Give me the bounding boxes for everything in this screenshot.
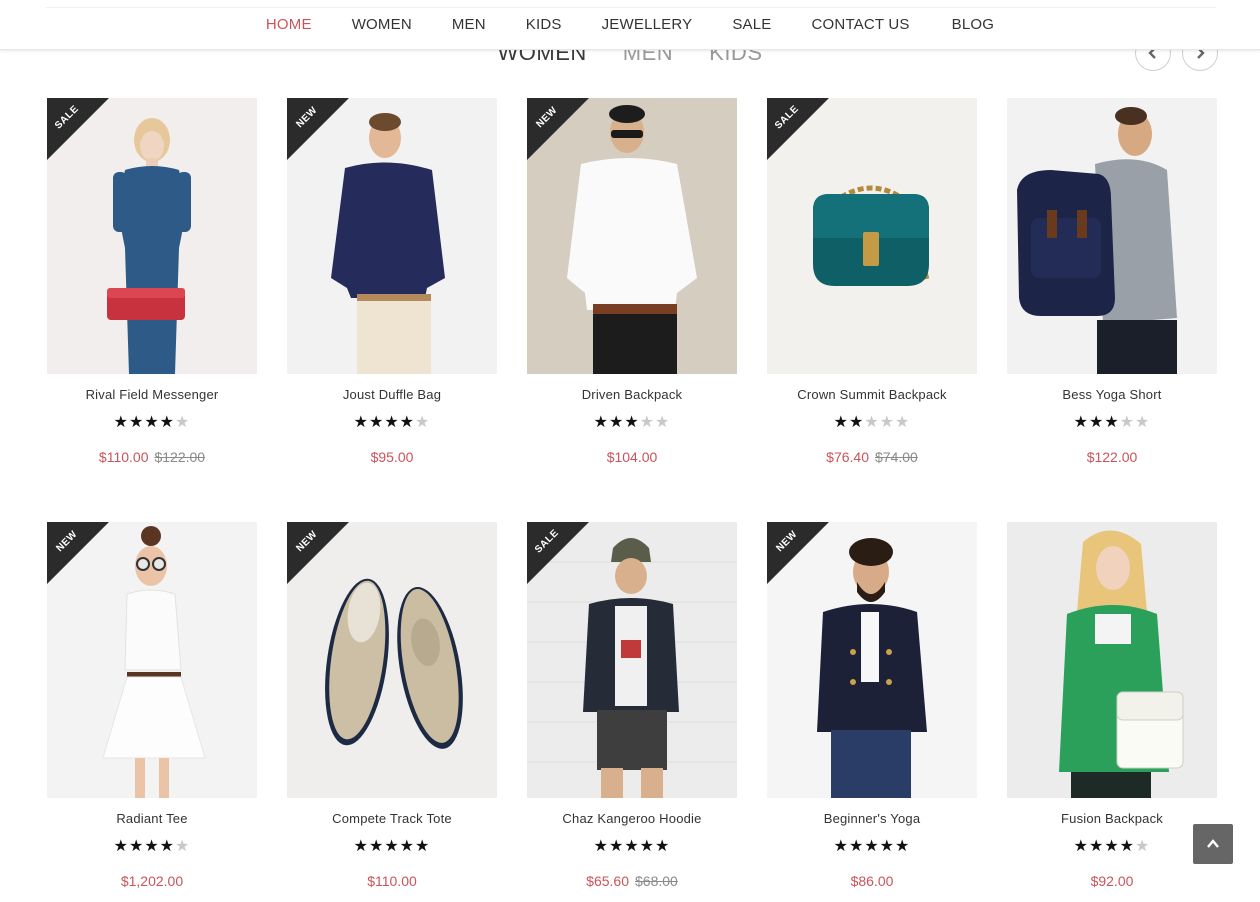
site-header: HOME WOMEN MEN KIDS JEWELLERY SALE CONTA… [0,0,1260,50]
product-price: $76.40 $74.00 [767,449,977,465]
product-card: NEW Compete Track Tote ★★★★★ $110.00 [287,522,497,902]
nav-kids[interactable]: KIDS [506,15,582,35]
product-card: Bess Yoga Short ★★★★★ $122.00 [1007,98,1217,478]
new-badge: NEW [527,98,589,160]
product-price: $104.00 [527,449,737,465]
product-card: SALE Rival Field Messenger ★★★★★ $110.00… [47,98,257,478]
new-badge: NEW [767,522,829,584]
current-price: $92.00 [1090,873,1134,889]
product-image[interactable]: SALE [527,522,737,798]
rating-stars: ★★★★★ [1073,414,1151,431]
chevron-up-icon [1207,839,1219,848]
nav-sale[interactable]: SALE [712,15,791,35]
product-price: $110.00 $122.00 [47,449,257,465]
product-price: $92.00 [1007,873,1217,889]
header-divider [46,7,1216,8]
old-price: $122.00 [154,449,206,465]
product-price: $110.00 [287,873,497,889]
product-price: $1,202.00 [47,873,257,889]
product-name[interactable]: Joust Duffle Bag [287,387,497,402]
product-image[interactable]: NEW [527,98,737,374]
sale-badge: SALE [47,98,109,160]
product-card: NEW Beginner's Yoga ★★★★★ $86.00 [767,522,977,902]
rating-stars: ★★★★★ [833,414,911,431]
current-price: $65.60 [586,873,629,889]
current-price: $122.00 [1086,449,1138,465]
rating-stars: ★★★★★ [353,414,431,431]
product-card: SALE Chaz Kangeroo Hoodie ★★★★★ $65.60 $6… [527,522,737,902]
product-price: $122.00 [1007,449,1217,465]
product-image[interactable]: NEW [47,522,257,798]
product-photo-man-backpack [1007,98,1217,374]
current-price: $95.00 [370,449,414,465]
main-nav: HOME WOMEN MEN KIDS JEWELLERY SALE CONTA… [0,15,1260,35]
rating-stars: ★★★★★ [593,838,671,855]
nav-home[interactable]: HOME [246,15,332,35]
nav-men[interactable]: MEN [432,15,506,35]
product-card: NEW Driven Backpack ★★★★★ $104.00 [527,98,737,478]
nav-contact-us[interactable]: CONTACT US [792,15,932,35]
product-card: SALE Crown Summit Backpack ★★★★★ $76.40 $… [767,98,977,478]
product-price: $95.00 [287,449,497,465]
product-name[interactable]: Fusion Backpack [1007,811,1217,826]
product-image[interactable]: SALE [47,98,257,374]
product-name[interactable]: Crown Summit Backpack [767,387,977,402]
rating-stars: ★★★★★ [1073,838,1151,855]
product-card: NEW Radiant Tee ★★★★★ $1,202.00 [47,522,257,902]
current-price: $1,202.00 [120,873,184,889]
product-image[interactable]: NEW [287,98,497,374]
product-name[interactable]: Driven Backpack [527,387,737,402]
product-price: $86.00 [767,873,977,889]
product-name[interactable]: Rival Field Messenger [47,387,257,402]
new-badge: NEW [287,98,349,160]
product-card: Fusion Backpack ★★★★★ $92.00 [1007,522,1217,902]
current-price: $104.00 [606,449,658,465]
rating-stars: ★★★★★ [593,414,671,431]
product-name[interactable]: Chaz Kangeroo Hoodie [527,811,737,826]
current-price: $110.00 [98,449,149,465]
product-image[interactable]: NEW [287,522,497,798]
nav-women[interactable]: WOMEN [332,15,432,35]
new-badge: NEW [47,522,109,584]
product-card: NEW Joust Duffle Bag ★★★★★ $95.00 [287,98,497,478]
product-price: $65.60 $68.00 [527,873,737,889]
current-price: $76.40 [826,449,869,465]
product-image[interactable]: NEW [767,522,977,798]
current-price: $86.00 [850,873,894,889]
rating-stars: ★★★★★ [353,838,431,855]
rating-stars: ★★★★★ [113,414,191,431]
current-price: $110.00 [367,873,417,889]
product-name[interactable]: Bess Yoga Short [1007,387,1217,402]
rating-stars: ★★★★★ [113,838,191,855]
old-price: $68.00 [635,873,678,889]
product-image[interactable] [1007,98,1217,374]
sale-badge: SALE [767,98,829,160]
nav-blog[interactable]: BLOG [932,15,1014,35]
product-image[interactable]: SALE [767,98,977,374]
rating-stars: ★★★★★ [833,838,911,855]
new-badge: NEW [287,522,349,584]
product-name[interactable]: Compete Track Tote [287,811,497,826]
scroll-to-top-button[interactable] [1193,824,1233,864]
product-image[interactable] [1007,522,1217,798]
product-name[interactable]: Beginner's Yoga [767,811,977,826]
nav-jewellery[interactable]: JEWELLERY [582,15,713,35]
product-name[interactable]: Radiant Tee [47,811,257,826]
old-price: $74.00 [875,449,918,465]
product-photo-woman-green-coat [1007,522,1217,798]
sale-badge: SALE [527,522,589,584]
